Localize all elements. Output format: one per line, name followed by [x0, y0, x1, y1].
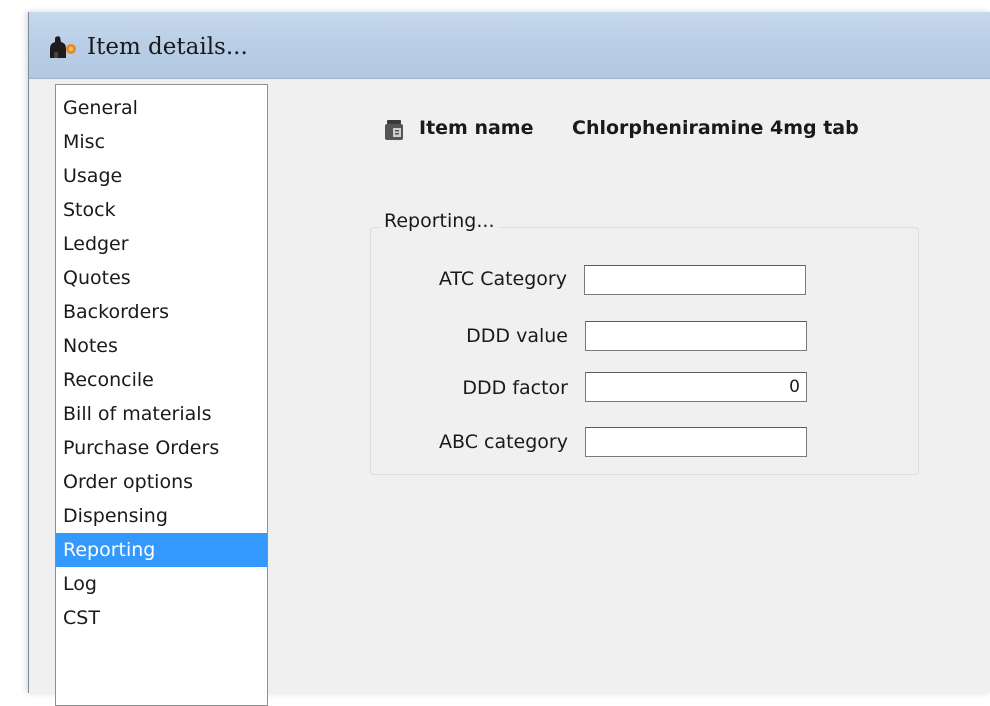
app-logo-icon	[50, 36, 76, 58]
sidebar-item-stock[interactable]: Stock	[56, 193, 267, 227]
sidebar-item-label: Misc	[63, 131, 106, 153]
sidebar-item-log[interactable]: Log	[56, 567, 267, 601]
sidebar-item-quotes[interactable]: Quotes	[56, 261, 267, 295]
sidebar-item-label: Purchase Orders	[63, 437, 220, 459]
section-list[interactable]: General Misc Usage Stock Ledger Quotes B…	[55, 84, 268, 706]
sidebar-item-label: General	[63, 97, 138, 119]
ddd-factor-input[interactable]	[585, 372, 807, 402]
sidebar-item-cst[interactable]: CST	[56, 601, 267, 635]
item-bottle-icon	[385, 120, 403, 140]
sidebar-item-usage[interactable]: Usage	[56, 159, 267, 193]
sidebar-item-label: Reconcile	[63, 369, 154, 391]
sidebar-item-label: Log	[63, 573, 97, 595]
sidebar-item-label: Dispensing	[63, 505, 168, 527]
sidebar-item-label: Ledger	[63, 233, 129, 255]
sidebar-item-ledger[interactable]: Ledger	[56, 227, 267, 261]
ddd-value-label: DDD value	[466, 325, 568, 347]
sidebar-item-label: Order options	[63, 471, 194, 493]
sidebar-item-label: Bill of materials	[63, 403, 212, 425]
ddd-value-input[interactable]	[585, 321, 807, 351]
sidebar-item-notes[interactable]: Notes	[56, 329, 267, 363]
sidebar-item-purchase-orders[interactable]: Purchase Orders	[56, 431, 267, 465]
sidebar-item-label: Usage	[63, 165, 123, 187]
item-name-value: Chlorpheniramine 4mg tab	[572, 117, 859, 139]
sidebar-item-backorders[interactable]: Backorders	[56, 295, 267, 329]
sidebar-item-label: Stock	[63, 199, 116, 221]
sidebar-item-misc[interactable]: Misc	[56, 125, 267, 159]
sidebar-item-bill-of-materials[interactable]: Bill of materials	[56, 397, 267, 431]
sidebar-item-dispensing[interactable]: Dispensing	[56, 499, 267, 533]
atc-category-input[interactable]	[584, 265, 806, 295]
reporting-panel: Item name Chlorpheniramine 4mg tab Repor…	[267, 79, 990, 705]
sidebar-item-label: Backorders	[63, 301, 170, 323]
window-title: Item details...	[87, 34, 248, 60]
abc-category-input[interactable]	[585, 427, 807, 457]
sidebar-item-label: Reporting	[63, 539, 156, 561]
abc-category-label: ABC category	[439, 431, 568, 453]
atc-category-label: ATC Category	[438, 268, 567, 290]
sidebar-item-order-options[interactable]: Order options	[56, 465, 267, 499]
sidebar-item-label: Quotes	[63, 267, 131, 289]
reporting-group-title: Reporting...	[380, 210, 500, 232]
title-bar[interactable]: Item details...	[29, 12, 990, 79]
sidebar-item-reconcile[interactable]: Reconcile	[56, 363, 267, 397]
sidebar-item-reporting[interactable]: Reporting	[56, 533, 267, 567]
sidebar-item-label: Notes	[63, 335, 118, 357]
ddd-factor-label: DDD factor	[462, 377, 568, 399]
item-details-window: Item details... General Misc Usage Stock…	[28, 12, 990, 706]
sidebar-item-general[interactable]: General	[56, 91, 267, 125]
item-name-label: Item name	[419, 117, 534, 139]
sidebar-item-label: CST	[63, 607, 100, 629]
